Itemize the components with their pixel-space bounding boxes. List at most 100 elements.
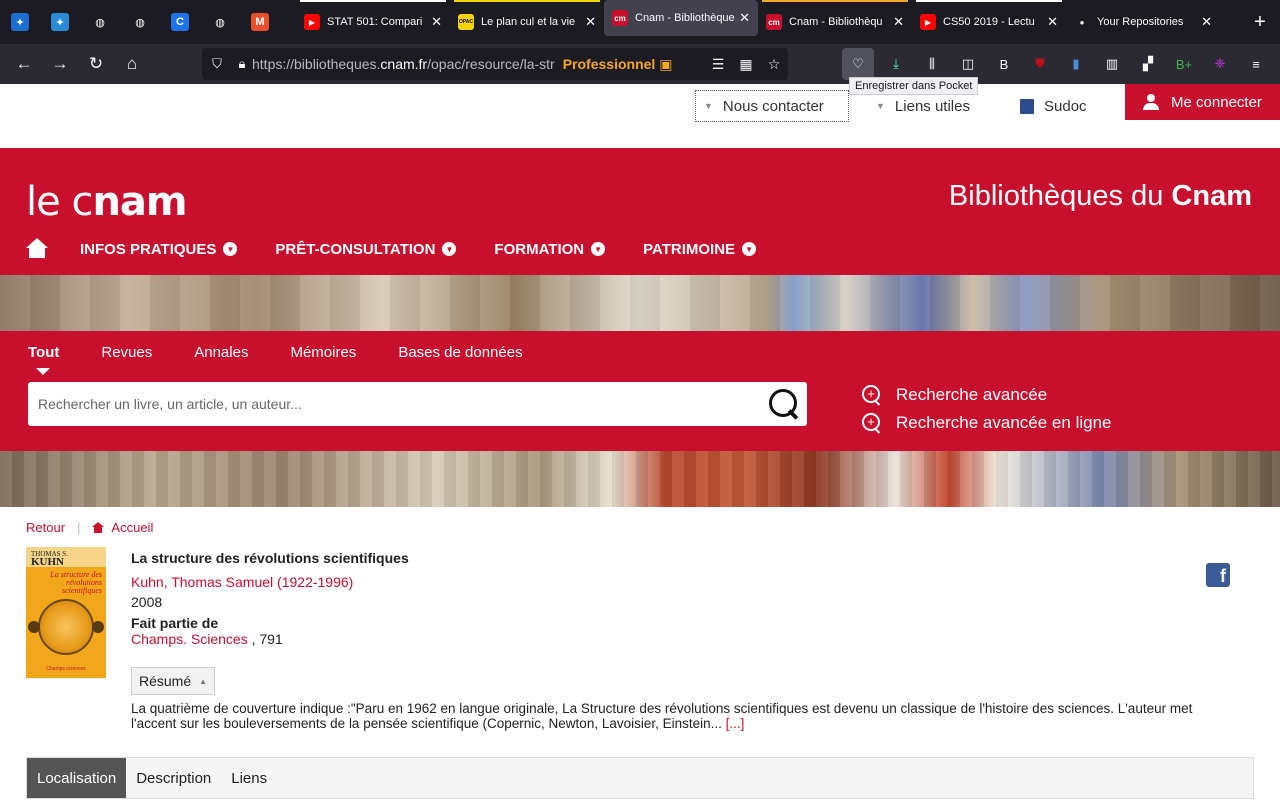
menu-icon[interactable]: ≡: [1238, 48, 1274, 80]
library-banner-top: [0, 275, 1280, 331]
pinned-tab-6[interactable]: ◍: [200, 0, 240, 44]
cnam-icon: cm: [612, 10, 628, 26]
pocket-tooltip: Enregistrer dans Pocket: [849, 77, 979, 95]
pinned-tab-2[interactable]: ✦: [40, 0, 80, 44]
pinned-site-icon: C: [171, 13, 189, 31]
reader-view-icon[interactable]: ☰: [704, 56, 732, 73]
close-tab-icon[interactable]: ✕: [739, 10, 750, 26]
search-icon[interactable]: [767, 387, 801, 421]
detail-tab[interactable]: Liens: [221, 758, 277, 798]
extension-grid-icon[interactable]: ▦: [732, 56, 760, 73]
close-tab-icon[interactable]: ✕: [431, 14, 442, 30]
pinned-tab-4[interactable]: ◍: [120, 0, 160, 44]
read-more-link[interactable]: [...]: [726, 716, 745, 731]
chevron-down-icon: ▼: [591, 242, 606, 256]
main-nav-item[interactable]: FORMATION ▼: [494, 241, 606, 258]
home-button[interactable]: ⌂: [114, 48, 150, 80]
purple-extension-icon[interactable]: ❈: [1202, 48, 1238, 80]
back-link[interactable]: Retour: [26, 520, 65, 535]
sudoc-link[interactable]: Sudoc: [1020, 90, 1087, 122]
advanced-search-link[interactable]: Recherche avancée: [862, 385, 1047, 405]
back-button[interactable]: ←: [6, 48, 42, 80]
close-tab-icon[interactable]: ✕: [1201, 14, 1212, 30]
library-banner-bottom: [0, 451, 1280, 507]
contact-menu[interactable]: ▼ Nous contacter: [695, 90, 849, 122]
pinned-site-icon: ◍: [95, 16, 105, 29]
record-author-link[interactable]: Kuhn, Thomas Samuel (1922-1996): [131, 574, 1211, 590]
tab-title: STAT 501: Compari: [327, 16, 423, 28]
ublock-icon[interactable]: ⛊: [1022, 48, 1058, 80]
book-cover[interactable]: THOMAS S. KUHN La structure des révolutio…: [26, 547, 106, 678]
search-tab[interactable]: Annales: [194, 344, 248, 361]
tab-title: Le plan cul et la vie: [481, 16, 576, 28]
summary-toggle[interactable]: Résumé ▲: [131, 667, 216, 695]
tab-indicator-line: [300, 0, 446, 2]
home-icon[interactable]: [92, 522, 105, 533]
browser-tab[interactable]: cm Cnam - Bibliothèque ✕: [604, 0, 758, 36]
close-tab-icon[interactable]: ✕: [1047, 14, 1058, 30]
user-icon: [1143, 94, 1160, 110]
reload-button[interactable]: ↻: [78, 48, 114, 80]
url-text[interactable]: https://bibliotheques.cnam.fr/opac/resou…: [252, 56, 555, 72]
pinned-site-icon: ◍: [215, 16, 225, 29]
login-button[interactable]: Me connecter: [1125, 84, 1280, 120]
home-icon[interactable]: [26, 238, 48, 260]
browser-tab[interactable]: ● Your Repositories ✕: [1066, 0, 1220, 44]
detail-tab[interactable]: Localisation: [27, 758, 127, 798]
search-tab[interactable]: Revues: [101, 344, 152, 361]
chevron-down-icon: ▼: [223, 242, 238, 256]
search-input[interactable]: [28, 384, 767, 424]
tab-title: Your Repositories: [1097, 16, 1184, 28]
pinned-tab-7[interactable]: M: [240, 0, 280, 44]
bookmark-extension-icon[interactable]: ▮: [1058, 48, 1094, 80]
new-tab-button[interactable]: +: [1240, 11, 1280, 34]
close-tab-icon[interactable]: ✕: [585, 14, 596, 30]
pinned-tab-1[interactable]: ✦: [0, 0, 40, 44]
library-icon[interactable]: ⫼: [914, 48, 950, 80]
search-tab[interactable]: Mémoires: [290, 344, 356, 361]
main-nav-item[interactable]: PRÊT-CONSULTATION ▼: [275, 240, 457, 258]
tab-indicator-line: [454, 0, 600, 2]
bookmark-star-icon[interactable]: ☆: [760, 56, 788, 73]
bplus-extension-icon[interactable]: B+: [1166, 48, 1202, 80]
search-tab[interactable]: Bases de données: [398, 344, 522, 361]
container-label[interactable]: Professionnel ▣: [563, 56, 673, 73]
pinned-site-icon: ✦: [51, 13, 69, 31]
browser-tab[interactable]: OPAC Le plan cul et la vie ✕: [450, 0, 604, 44]
grid-extension-icon[interactable]: ▞: [1130, 48, 1166, 80]
lock-icon[interactable]: 🔒︎: [232, 56, 252, 72]
facebook-share-icon[interactable]: f: [1206, 563, 1230, 587]
cnam-logo[interactable]: le cnam: [26, 179, 188, 225]
search-tab[interactable]: Tout: [28, 344, 59, 375]
breadcrumb: Retour | Accueil: [26, 520, 153, 535]
browser-tab[interactable]: cm Cnam - Bibliothèqu ✕: [758, 0, 912, 44]
forward-button[interactable]: →: [42, 48, 78, 80]
tab-indicator-line: [916, 0, 1062, 2]
pinned-site-icon: ✦: [11, 13, 29, 31]
page-content: ▼ Nous contacter ▼ Liens utiles Sudoc Me c…: [0, 84, 1280, 800]
download-icon[interactable]: ⤓: [878, 48, 914, 80]
close-tab-icon[interactable]: ✕: [893, 14, 904, 30]
advanced-search-label: Recherche avancée: [896, 385, 1048, 404]
main-nav-item[interactable]: PATRIMOINE ▼: [643, 241, 757, 258]
series-link[interactable]: Champs. Sciences: [131, 631, 248, 647]
pocket-icon[interactable]: ♡: [842, 48, 874, 80]
main-nav-item[interactable]: INFOS PRATIQUES ▼: [80, 241, 238, 258]
detail-tab[interactable]: Description: [126, 758, 221, 798]
browser-tab[interactable]: ▶ STAT 501: Compari ✕: [296, 0, 450, 44]
bar-extension-icon[interactable]: ▥: [1094, 48, 1130, 80]
zoom-in-icon: [862, 413, 882, 433]
advanced-online-search-label: Recherche avancée en ligne: [896, 413, 1112, 432]
url-bar[interactable]: ⛉ 🔒︎ https://bibliotheques.cnam.fr/opac/…: [202, 48, 788, 80]
cnam-icon: cm: [766, 14, 782, 30]
youtube-icon: ▶: [920, 14, 936, 30]
advanced-online-search-link[interactable]: Recherche avancée en ligne: [862, 413, 1111, 433]
pinned-tab-5[interactable]: C: [160, 0, 200, 44]
b-extension-icon[interactable]: B: [986, 48, 1022, 80]
pinned-tab-3[interactable]: ◍: [80, 0, 120, 44]
shield-icon[interactable]: ⛉: [202, 56, 232, 72]
main-nav-label: PRÊT-CONSULTATION: [275, 240, 436, 258]
home-link[interactable]: Accueil: [111, 520, 153, 535]
sidebar-icon[interactable]: ◫: [950, 48, 986, 80]
browser-tab[interactable]: ▶ CS50 2019 - Lectu ✕: [912, 0, 1066, 44]
